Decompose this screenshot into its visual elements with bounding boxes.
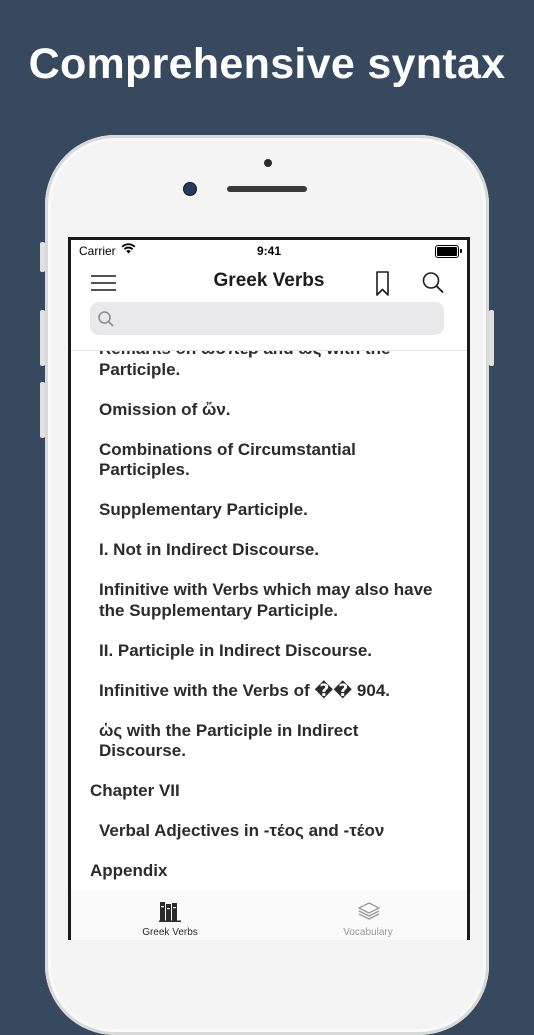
toc-list: Remarks on ὥσπερ and ὡς with the Partici… [71,351,467,882]
volume-down-button [40,382,45,438]
status-bar: Carrier 9:41 [71,240,467,262]
toc-section-item[interactable]: Remarks on ὥσπερ and ὡς with the Partici… [71,351,467,380]
toc-section-item[interactable]: II. Participle in Indirect Discourse. [71,641,467,662]
toc-gap [71,521,467,541]
toc-section-item[interactable]: I. Not in Indirect Discourse. [71,540,467,561]
toc-section-item[interactable]: Combinations of Circumstantial Participl… [71,440,467,481]
toc-chapter-heading[interactable]: Chapter VII [71,781,467,802]
tab-label-vocabulary: Vocabulary [343,927,393,938]
toc-gap [71,621,467,641]
toc-section-item[interactable]: Supplementary Participle. [71,500,467,521]
toc-section-item[interactable]: ὡς with the Participle in Indirect Disco… [71,721,467,762]
tab-greek-verbs[interactable]: Greek Verbs [71,890,269,940]
toc-gap [71,380,467,400]
nav-title: Greek Verbs [213,270,325,291]
battery-icon [435,245,462,258]
search-input[interactable] [122,302,436,337]
toc-gap [71,762,467,782]
toc-gap [71,420,467,440]
toc-gap [71,661,467,681]
navigation-bar: Greek Verbs [71,262,467,302]
bookmark-icon[interactable] [368,268,398,298]
stack-icon [357,902,381,920]
toc-section-item[interactable]: Infinitive with Verbs which may also hav… [71,580,467,621]
toc-section-item[interactable]: Verbal Adjectives in -τέος and -τέον [71,821,467,842]
app-screen: Carrier 9:41 Greek Verbs Participle. Omi… [68,237,470,940]
tab-label-greek-verbs: Greek Verbs [142,927,198,938]
tab-vocabulary[interactable]: Vocabulary [269,890,467,940]
search-icon[interactable] [419,268,449,298]
volume-up-button [40,310,45,366]
toc-gap [71,802,467,822]
search-bar[interactable] [90,302,444,337]
promo-headline: Comprehensive syntax [28,40,506,88]
toc-gap [71,561,467,581]
toc-gap [71,481,467,501]
proximity-sensor [264,159,272,167]
earpiece-speaker [227,186,307,192]
toc-chapter-heading[interactable]: Appendix [71,861,467,882]
front-camera [184,183,196,195]
status-time: 9:41 [256,244,282,258]
tab-bar: Greek Verbs Vocabulary [71,890,467,940]
mute-switch [40,242,45,272]
power-button [489,310,494,366]
books-icon [159,902,181,922]
toc-section-item[interactable]: Omission of ὤν. [71,400,467,421]
toc-gap [71,701,467,721]
magnifier-icon [98,311,114,327]
table-of-contents[interactable]: Remarks on ὥσπερ and ὡς with the Partici… [71,350,467,891]
toc-gap [71,842,467,862]
toc-section-item[interactable]: Infinitive with the Verbs of �� 904. [71,681,467,702]
